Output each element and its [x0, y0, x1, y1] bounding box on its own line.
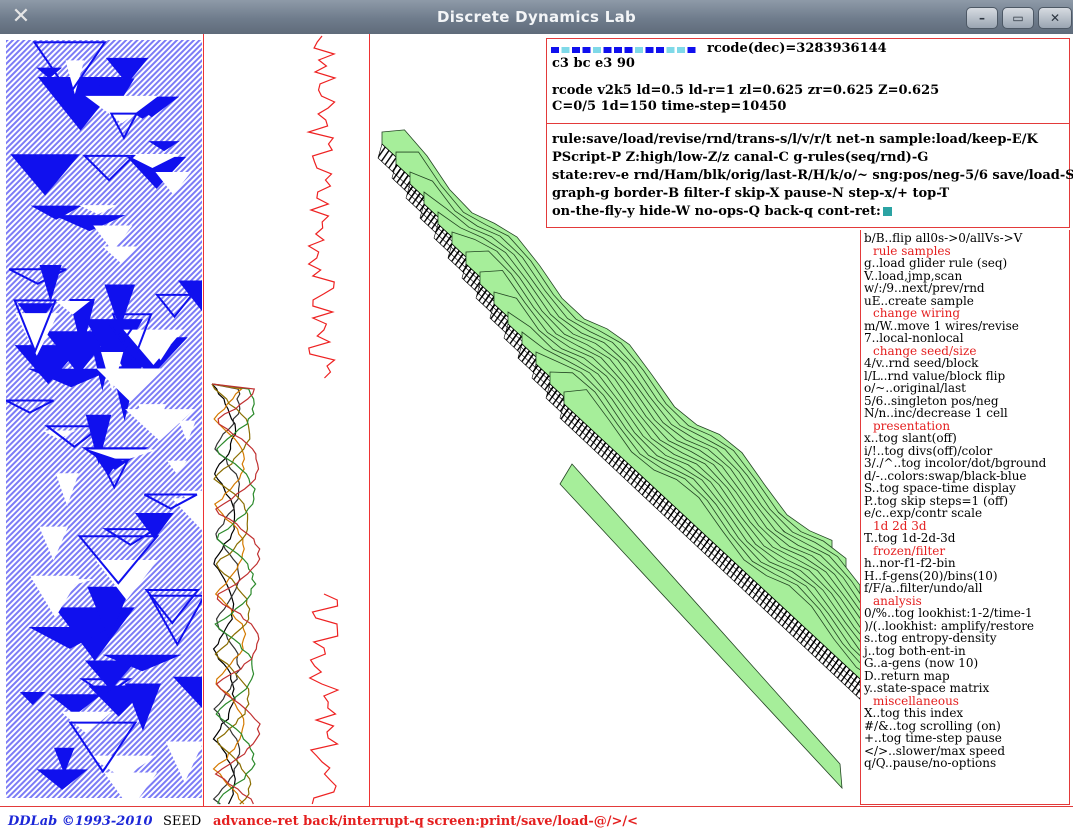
- advance-hint: advance-ret back/interrupt-q: [213, 814, 424, 829]
- rcode-bar-segment: [624, 47, 633, 53]
- rcode-bar-segment: [656, 47, 664, 53]
- main-canvas[interactable]: rcode(dec)=3283936144 c3 bc e3 90 rcode …: [0, 34, 1073, 806]
- rcode-hex: c3 bc e3 90: [552, 56, 635, 71]
- rule-info-box: rcode(dec)=3283936144 c3 bc e3 90 rcode …: [546, 38, 1073, 228]
- graph-options-line: graph-g border-B filter-f skip-X pause-N…: [552, 186, 950, 201]
- minimize-button[interactable]: –: [966, 7, 998, 29]
- rcode-bar-segment: [582, 47, 591, 53]
- space-time-pattern: [6, 40, 202, 798]
- close-icon: ✕: [1049, 11, 1061, 25]
- close-button[interactable]: ✕: [1038, 7, 1072, 29]
- maximize-button[interactable]: ▭: [1002, 7, 1034, 29]
- entropy-line: [306, 35, 337, 379]
- status-bar: DDLab ©1993-2010 SEED advance-ret back/i…: [0, 806, 1073, 837]
- onthefly-text: on-the-fly-y hide-W no-ops-Q back-q cont…: [552, 204, 881, 219]
- rcode-bar: [551, 47, 696, 53]
- rcode-bar-segment: [687, 47, 696, 53]
- option-item[interactable]: q/Q..pause/no-options: [864, 757, 996, 770]
- rcode-bar-segment: [677, 47, 685, 53]
- rcode-bar-segment: [614, 47, 622, 53]
- density-line: [211, 383, 247, 805]
- cursor-block-icon[interactable]: [882, 207, 892, 216]
- divider: [547, 123, 1069, 124]
- pscript-options-line: PScript-P Z:high/low-Z/z canal-C g-rules…: [552, 150, 929, 165]
- window-title: Discrete Dynamics Lab: [436, 8, 637, 26]
- maximize-icon: ▭: [1012, 11, 1024, 25]
- minimize-icon: –: [979, 11, 985, 25]
- state-options-line: state:rev-e rnd/Ham/blk/orig/last-R/H/k/…: [552, 168, 1073, 183]
- seed-label: SEED: [163, 814, 202, 829]
- entropy-density-plot: [211, 35, 340, 805]
- rcode-dec: rcode(dec)=3283936144: [707, 41, 887, 56]
- separator-line: [369, 34, 370, 806]
- options-panel: b/B..flip all0s->0/allVs->V rule samples g…: [860, 230, 1070, 805]
- screen-hint: screen:print/save/load-@/>/<: [427, 814, 639, 829]
- rcode-bar-segment: [593, 47, 601, 53]
- rcode-bar-segment: [666, 47, 675, 53]
- rule-options-line: rule:save/load/revise/rnd/trans-s/l/v/r/…: [552, 132, 1038, 147]
- onthefly-options-line: on-the-fly-y hide-W no-ops-Q back-q cont…: [552, 204, 892, 219]
- rcode-bar-segment: [572, 47, 580, 53]
- rcode-bar-segment: [645, 47, 654, 53]
- rcode-params: rcode v2k5 ld=0.5 ld-r=1 zl=0.625 zr=0.6…: [552, 83, 940, 98]
- brand-label: DDLab ©1993-2010: [8, 814, 153, 829]
- rcode-bar-segment: [561, 47, 570, 53]
- rcode-bar-segment: [551, 47, 559, 53]
- title-bar: ✕ Discrete Dynamics Lab – ▭ ✕: [0, 0, 1073, 35]
- rcode-bar-segment: [635, 47, 643, 53]
- entropy-line: [308, 593, 340, 805]
- rcode-bar-segment: [603, 47, 612, 53]
- rcode-state: C=0/5 1d=150 time-step=10450: [552, 99, 787, 114]
